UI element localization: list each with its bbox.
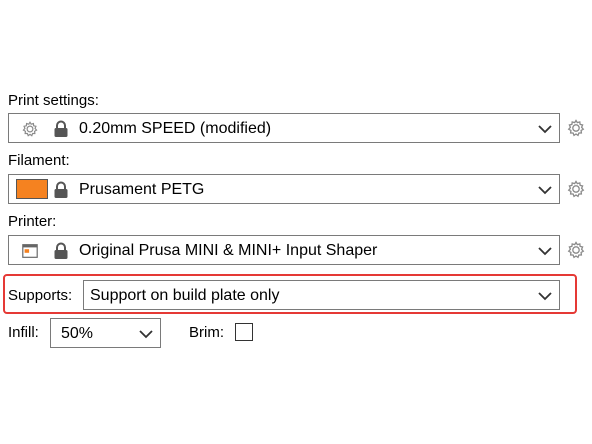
- supports-dropdown[interactable]: Support on build plate only: [83, 280, 560, 310]
- filament-value: Prusament PETG: [79, 181, 205, 198]
- chevron-down-icon: [538, 247, 552, 256]
- printer-label: Printer:: [8, 213, 57, 230]
- filament-edit-gear-icon[interactable]: [566, 179, 586, 199]
- lock-icon: [54, 120, 68, 137]
- gear-icon: [22, 121, 38, 137]
- filament-label: Filament:: [8, 152, 70, 169]
- lock-icon: [54, 242, 68, 259]
- infill-value: 50%: [61, 325, 94, 342]
- filament-dropdown[interactable]: Prusament PETG: [8, 174, 560, 204]
- print-settings-label: Print settings:: [8, 92, 99, 109]
- supports-value: Support on build plate only: [90, 287, 280, 304]
- printer-value: Original Prusa MINI & MINI+ Input Shaper: [79, 242, 378, 259]
- chevron-down-icon: [139, 330, 153, 339]
- print-settings-value: 0.20mm SPEED (modified): [79, 120, 272, 137]
- printer-edit-gear-icon[interactable]: [566, 240, 586, 260]
- lock-icon: [54, 181, 68, 198]
- chevron-down-icon: [538, 125, 552, 134]
- print-settings-dropdown[interactable]: 0.20mm SPEED (modified): [8, 113, 560, 143]
- printer-dropdown[interactable]: Original Prusa MINI & MINI+ Input Shaper: [8, 235, 560, 265]
- chevron-down-icon: [538, 186, 552, 195]
- infill-dropdown[interactable]: 50%: [50, 318, 161, 348]
- filament-color-swatch[interactable]: [16, 179, 48, 199]
- printer-icon: [22, 244, 38, 258]
- infill-label: Infill:: [8, 324, 39, 341]
- supports-label: Supports:: [8, 287, 73, 304]
- print-settings-edit-gear-icon[interactable]: [566, 118, 586, 138]
- brim-checkbox[interactable]: [235, 323, 253, 341]
- chevron-down-icon: [538, 292, 552, 301]
- brim-label: Brim:: [189, 324, 224, 341]
